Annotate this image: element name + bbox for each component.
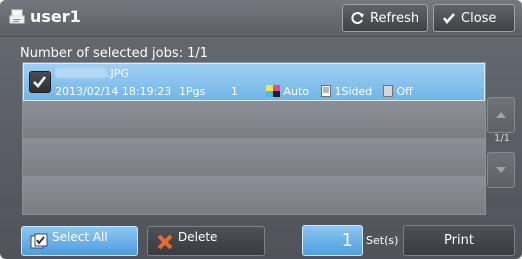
printer-user-icon: [9, 9, 25, 24]
close-button[interactable]: Close: [433, 4, 515, 32]
select-all-icon: [30, 233, 48, 249]
job-row-empty: [23, 177, 485, 215]
delete-icon: [157, 234, 173, 250]
scroll-down-button[interactable]: [487, 152, 515, 188]
arrow-up-icon: [496, 112, 506, 118]
checkmark-icon: [33, 76, 47, 88]
job-checkbox[interactable]: [29, 71, 51, 93]
color-mode: Auto: [266, 85, 309, 98]
job-row-selected[interactable]: .JPG 2013/02/14 18:19:23 1Pgs 1 Auto 1Si…: [23, 63, 485, 101]
page-indicator: 1/1: [493, 133, 511, 144]
select-all-label: Select All: [52, 230, 108, 244]
print-jobs-panel: user1 Refresh Close Number of selected j…: [0, 0, 522, 259]
sets-label: Set(s): [366, 234, 399, 247]
staple-mode: Off: [383, 85, 413, 98]
delete-button[interactable]: Delete: [147, 226, 265, 256]
selected-jobs-count: Number of selected jobs: 1/1: [20, 46, 209, 61]
refresh-label: Refresh: [370, 10, 420, 26]
job-list[interactable]: .JPG 2013/02/14 18:19:23 1Pgs 1 Auto 1Si…: [22, 62, 486, 215]
close-label: Close: [461, 10, 497, 26]
job-pages: 1Pgs: [179, 85, 206, 98]
job-row-empty: [23, 139, 485, 177]
color-mode-label: Auto: [283, 85, 310, 98]
arrow-down-icon: [496, 167, 506, 173]
refresh-icon: [351, 12, 364, 24]
single-sided-icon: [321, 85, 331, 97]
print-button[interactable]: Print: [403, 225, 515, 256]
scroll-up-button[interactable]: [487, 97, 515, 133]
delete-label: Delete: [178, 230, 218, 244]
job-copies: 1: [231, 85, 238, 98]
redacted-filename: [55, 68, 107, 78]
sides-label: 1Sided: [334, 85, 373, 98]
sides-mode: 1Sided: [321, 85, 372, 98]
staple-icon: [383, 85, 393, 97]
page-title: user1: [30, 7, 81, 26]
job-datetime: 2013/02/14 18:19:23: [55, 85, 172, 98]
refresh-button[interactable]: Refresh: [342, 4, 428, 32]
staple-label: Off: [396, 85, 413, 98]
header-bar: user1 Refresh Close: [0, 0, 522, 37]
quantity-input[interactable]: 1: [302, 225, 363, 256]
job-row-empty: [23, 101, 485, 139]
color-mode-icon: [266, 85, 280, 97]
select-all-button[interactable]: Select All: [21, 226, 138, 256]
check-icon: [443, 13, 455, 24]
file-extension: .JPG: [107, 67, 129, 80]
job-filename: .JPG: [55, 67, 129, 80]
